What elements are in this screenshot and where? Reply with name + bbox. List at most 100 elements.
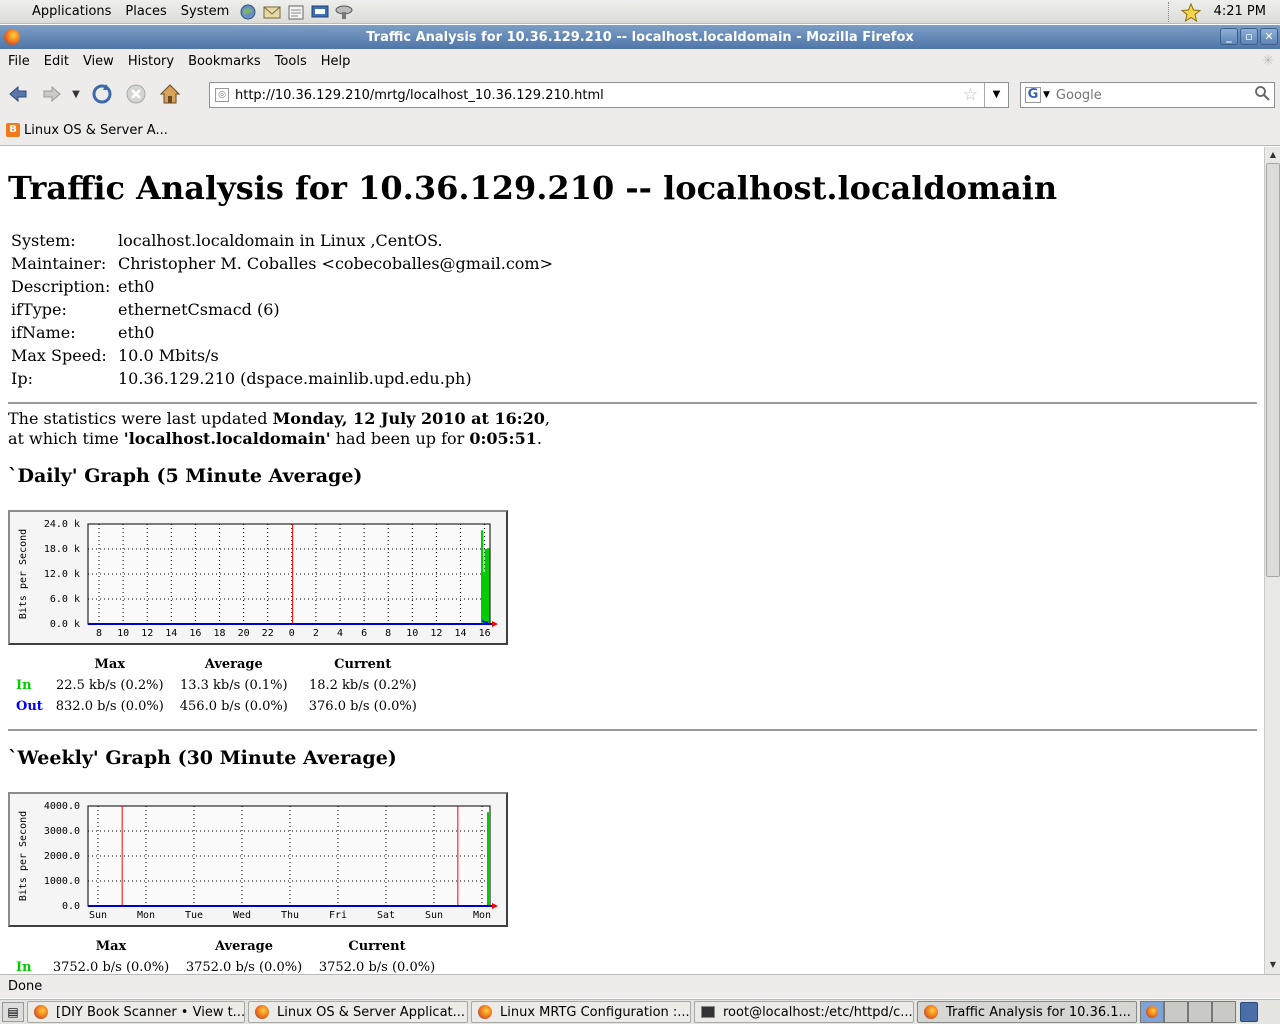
window-title: Traffic Analysis for 10.36.129.210 -- lo… (366, 29, 914, 45)
editor-launcher-icon[interactable] (285, 3, 307, 21)
star-applet-icon[interactable] (1180, 2, 1202, 22)
status-bar: Done (0, 974, 1280, 998)
history-dropdown-icon[interactable]: ▼ (68, 89, 84, 100)
google-engine-icon[interactable]: G (1025, 87, 1041, 103)
page-content: Traffic Analysis for 10.36.129.210 -- lo… (0, 147, 1264, 974)
menu-edit[interactable]: Edit (37, 54, 76, 69)
x-tick-label: Wed (233, 910, 251, 921)
info-row: Maintainer: Christopher M. Coballes <cobe… (11, 252, 553, 275)
y-tick-label: 0.0 (62, 901, 80, 912)
search-input[interactable] (1055, 87, 1246, 103)
stop-button[interactable] (120, 78, 152, 110)
show-desktop-icon[interactable]: ▤ (2, 1002, 24, 1022)
menu-bookmarks[interactable]: Bookmarks (181, 54, 268, 69)
y-tick-label: 24.0 k (44, 519, 80, 530)
page-icon: ◎ (215, 88, 229, 102)
workspace-2[interactable] (1164, 1001, 1188, 1023)
x-tick-label: 10 (117, 628, 129, 639)
x-tick-label: 6 (361, 628, 367, 639)
firefox-icon (34, 1005, 48, 1019)
mail-launcher-icon[interactable] (261, 3, 283, 21)
stats-row-out: Out 832.0 b/s (0.0%) 456.0 b/s (0.0%) 37… (11, 696, 428, 717)
throbber-icon: ✳ (1262, 53, 1274, 69)
scroll-down-icon[interactable]: ▼ (1266, 958, 1280, 972)
x-tick-label: 14 (454, 628, 466, 639)
workspace-1[interactable] (1140, 1001, 1164, 1023)
daily-graph: 24.0 k 18.0 k 12.0 k 6.0 k 0.0 k 8 10 12 14 16 18 2… (8, 510, 508, 645)
menu-file[interactable]: File (1, 54, 37, 69)
taskbar-item[interactable]: Linux MRTG Configuration :... (471, 1001, 691, 1023)
data-area-in (481, 574, 490, 624)
home-button[interactable] (154, 78, 186, 110)
stats-label-out: Out (16, 699, 43, 714)
x-tick-label: 2 (313, 628, 319, 639)
bookmark-item[interactable]: B Linux OS & Server A... (6, 123, 168, 138)
update-text: The statistics were last updated Monday,… (8, 409, 550, 449)
x-tick-label: Sun (425, 910, 443, 921)
y-tick-label: 0.0 k (50, 619, 80, 630)
forward-button[interactable] (36, 78, 68, 110)
data-bar-in (487, 812, 489, 906)
globe-launcher-icon[interactable] (237, 3, 259, 21)
reload-icon (92, 84, 112, 104)
x-tick-label: 4 (337, 628, 343, 639)
taskbar-item[interactable]: root@localhost:/etc/httpd/c... (694, 1001, 914, 1023)
menu-bar: File Edit View History Bookmarks Tools H… (0, 49, 1280, 73)
menu-view[interactable]: View (76, 54, 121, 69)
clock[interactable]: 4:21 PM (1214, 4, 1266, 19)
info-key: Description: (11, 277, 111, 296)
daily-chart: 24.0 k 18.0 k 12.0 k 6.0 k 0.0 k 8 10 12 14 16 18 2… (18, 519, 498, 639)
back-button[interactable] (2, 78, 34, 110)
workspace-4[interactable] (1212, 1001, 1236, 1023)
stop-icon (126, 84, 146, 104)
back-arrow-icon (9, 85, 27, 103)
menu-help[interactable]: Help (314, 54, 358, 69)
close-button[interactable]: ✕ (1260, 28, 1278, 45)
stats-row-in: In 22.5 kb/s (0.2%) 13.3 kb/s (0.1%) 18.… (11, 675, 428, 696)
workspace-switcher[interactable] (1140, 1001, 1236, 1023)
system-menu[interactable]: System (174, 4, 236, 19)
presentation-launcher-icon[interactable] (309, 3, 331, 21)
daily-stats-table: Max Average Current In 22.5 kb/s (0.2%) … (8, 654, 431, 717)
x-tick-label: 8 (96, 628, 102, 639)
scroll-up-icon[interactable]: ▲ (1266, 148, 1280, 162)
engine-dropdown-icon[interactable]: ▼ (1043, 90, 1050, 100)
x-tick-label: 16 (189, 628, 201, 639)
places-menu[interactable]: Places (118, 4, 173, 19)
x-tick-label: 8 (385, 628, 391, 639)
maximize-button[interactable]: ▫ (1240, 28, 1258, 45)
search-icon[interactable] (1254, 85, 1270, 105)
network-launcher-icon[interactable] (333, 3, 355, 21)
divider (8, 402, 1257, 404)
taskbar: ▤ [DIY Book Scanner • View t... Linux OS… (0, 999, 1280, 1024)
workspace-3[interactable] (1188, 1001, 1212, 1023)
taskbar-item[interactable]: Linux OS & Server Applicat... (248, 1001, 468, 1023)
info-key: Max Speed: (11, 346, 107, 365)
vertical-scrollbar[interactable]: ▲ ▼ (1264, 147, 1280, 974)
url-dropdown-icon[interactable]: ▼ (984, 83, 1008, 107)
menu-history[interactable]: History (121, 54, 181, 69)
bookmark-star-icon[interactable]: ☆ (963, 85, 978, 105)
address-bar[interactable]: ◎ ☆ ▼ (209, 82, 1009, 108)
scrollbar-thumb[interactable] (1266, 163, 1280, 577)
info-value: Christopher M. Coballes <cobecoballes@gm… (118, 254, 553, 273)
trash-icon[interactable] (1240, 1002, 1258, 1022)
taskbar-item[interactable]: [DIY Book Scanner • View t... (27, 1001, 245, 1023)
stats-cell: 456.0 b/s (0.0%) (179, 699, 288, 714)
firefox-icon[interactable] (4, 29, 20, 45)
applications-menu[interactable]: Applications (25, 4, 118, 19)
firefox-icon (255, 1005, 269, 1019)
top-panel: Applications Places System 4:21 PM (0, 0, 1280, 24)
window-titlebar[interactable]: Traffic Analysis for 10.36.129.210 -- lo… (0, 25, 1280, 49)
taskbar-item-active[interactable]: Traffic Analysis for 10.36.1... (917, 1001, 1137, 1023)
minimize-button[interactable]: _ (1220, 28, 1238, 45)
update-date: Monday, 12 July 2010 at 16:20 (272, 409, 545, 428)
search-bar[interactable]: G ▼ (1020, 82, 1275, 108)
stats-cell: 3752.0 b/s (0.0%) (52, 960, 170, 974)
url-input[interactable] (235, 87, 955, 103)
reload-button[interactable] (86, 78, 118, 110)
bookmark-label: Linux OS & Server A... (24, 122, 168, 138)
info-row: Ip: 10.36.129.210 (dspace.mainlib.upd.edu… (11, 367, 553, 390)
menu-tools[interactable]: Tools (268, 54, 314, 69)
update-prefix: The statistics were last updated (8, 409, 273, 428)
